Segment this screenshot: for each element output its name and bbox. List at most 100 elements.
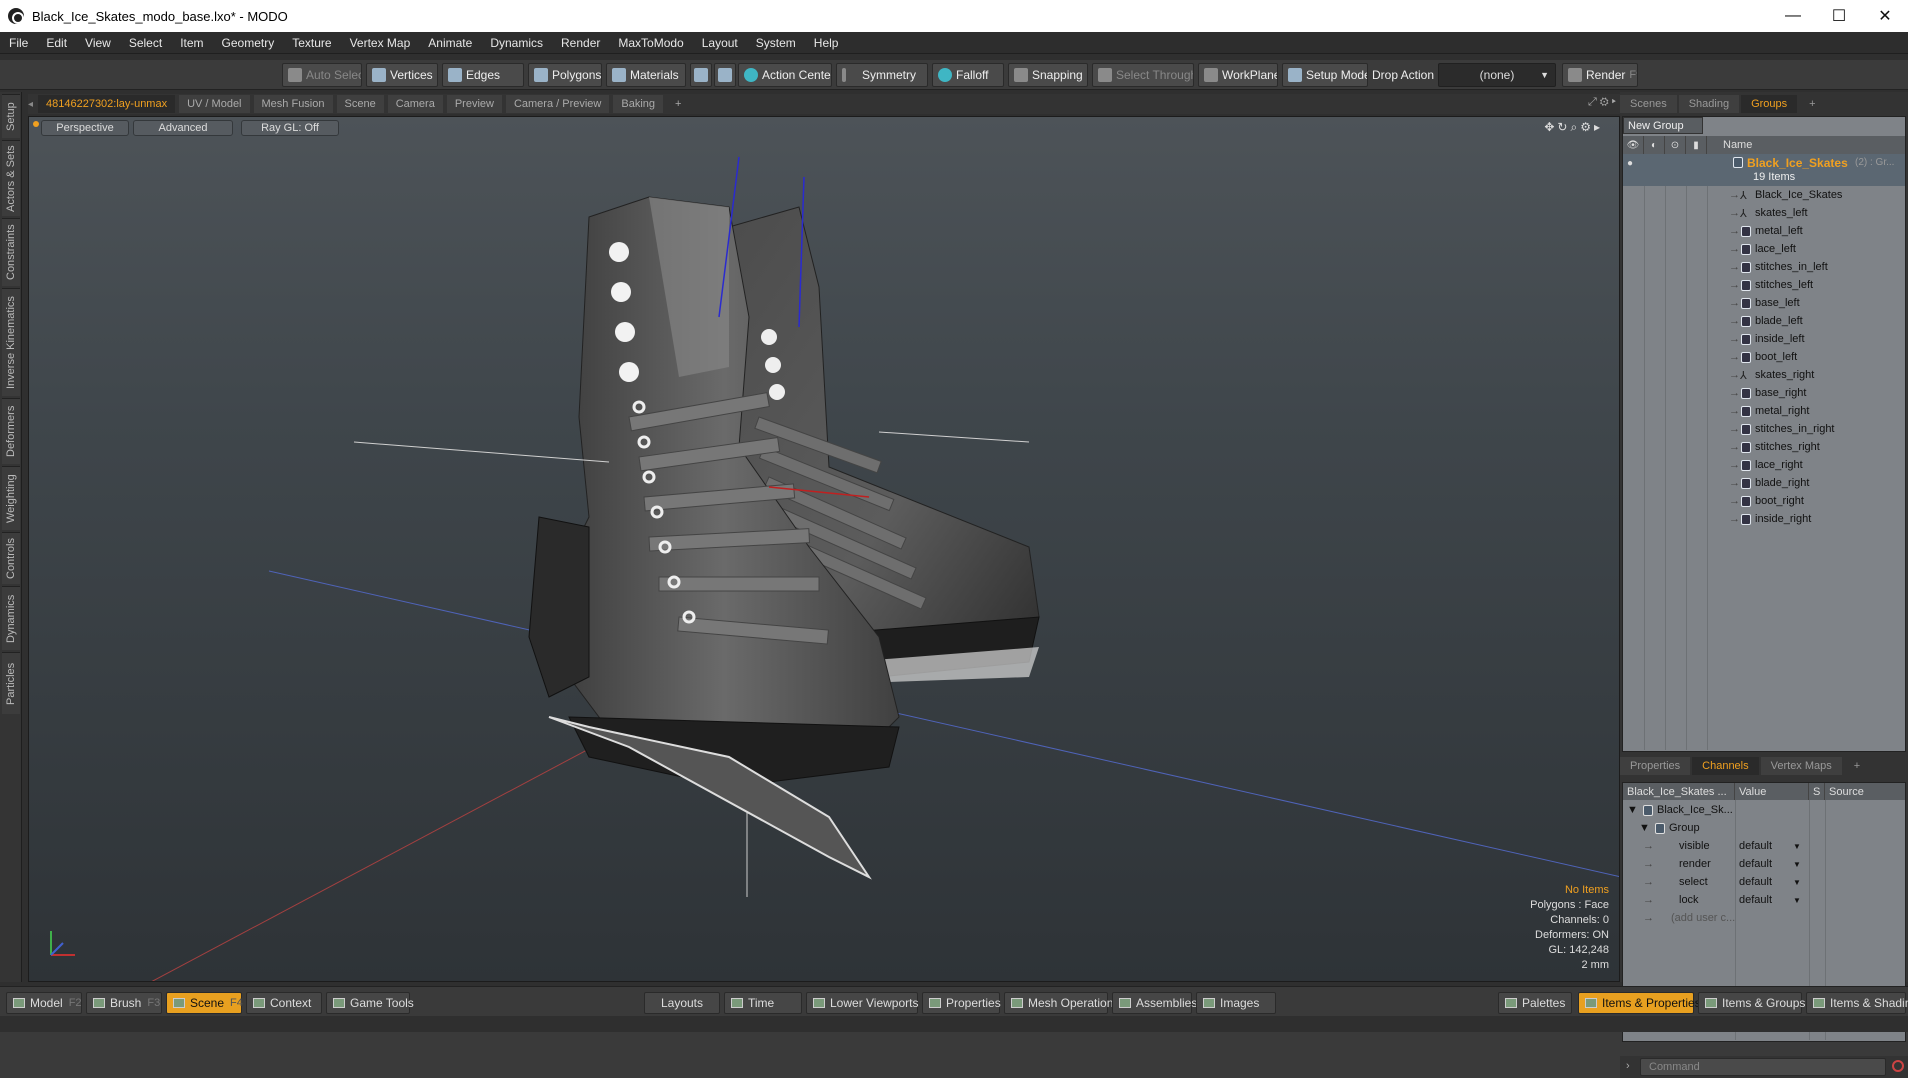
shield-toggle-1[interactable] (690, 63, 712, 87)
tab-layout-unmax[interactable]: 48146227302:lay-unmax (38, 95, 176, 113)
channel-row-visible[interactable]: → visible default ▼ (1623, 837, 1905, 855)
vtab-inverse-kinematics[interactable]: Inverse Kinematics (2, 288, 20, 396)
lock-icon[interactable]: ⊙ (1665, 136, 1686, 154)
vtab-dynamics[interactable]: Dynamics (2, 586, 20, 650)
vtab-setup[interactable]: Setup (2, 94, 20, 138)
mesh-operations-button[interactable]: Mesh Operations (1004, 992, 1119, 1014)
tab-camera[interactable]: Camera (387, 95, 443, 113)
menu-select[interactable]: Select (120, 36, 171, 50)
tab-camera-preview[interactable]: Camera / Preview (505, 95, 610, 113)
tab-baking[interactable]: Baking (613, 95, 664, 113)
maximize-button[interactable]: ☐ (1816, 0, 1862, 32)
group-item-row[interactable]: → metal_left (1623, 222, 1905, 240)
group-item-row[interactable]: → stitches_right (1623, 438, 1905, 456)
group-root-row[interactable]: ● Black_Ice_Skates (2) : Gr... 19 Items (1623, 154, 1905, 186)
menu-system[interactable]: System (747, 36, 805, 50)
layouts-button[interactable]: Layouts (644, 992, 720, 1014)
menu-dynamics[interactable]: Dynamics (481, 36, 552, 50)
group-item-row[interactable]: → stitches_in_left (1623, 258, 1905, 276)
workplane-button[interactable]: WorkPlane (1198, 63, 1278, 87)
images-button[interactable]: Images (1196, 992, 1276, 1014)
drop-action-select[interactable]: (none) ▼ (1438, 63, 1556, 87)
game-tools-layout-button[interactable]: Game Tools (326, 992, 414, 1014)
items-properties-button[interactable]: Items & Properties (1578, 992, 1701, 1014)
chevron-down-icon[interactable]: ▼ (1793, 842, 1801, 851)
symmetry-button[interactable]: Symmetry (836, 63, 928, 87)
menu-vertex-map[interactable]: Vertex Map (341, 36, 420, 50)
group-item-row[interactable]: → boot_left (1623, 348, 1905, 366)
vtab-controls[interactable]: Controls (2, 532, 20, 584)
tab-shading[interactable]: Shading (1678, 95, 1740, 113)
shield-toggle-2[interactable] (714, 63, 736, 87)
minimize-button[interactable]: — (1770, 0, 1816, 32)
time-button[interactable]: Time (724, 992, 802, 1014)
channel-row-lock[interactable]: → lock default ▼ (1623, 891, 1905, 909)
assemblies-button[interactable]: Assemblies (1112, 992, 1197, 1014)
vertices-button[interactable]: Vertices (366, 63, 438, 87)
menu-help[interactable]: Help (805, 36, 848, 50)
context-layout-button[interactable]: Context (246, 992, 322, 1014)
menu-geometry[interactable]: Geometry (213, 36, 284, 50)
group-item-row[interactable]: → boot_right (1623, 492, 1905, 510)
chevron-down-icon[interactable]: ▼ (1793, 860, 1801, 869)
group-item-row[interactable]: → blade_left (1623, 312, 1905, 330)
eye-icon[interactable]: 👁 (1623, 136, 1644, 154)
tab-properties[interactable]: Properties (1620, 757, 1691, 775)
group-item-row[interactable]: → stitches_in_right (1623, 420, 1905, 438)
group-item-row[interactable]: → stitches_left (1623, 276, 1905, 294)
vtab-deformers[interactable]: Deformers (2, 398, 20, 464)
3d-viewport[interactable]: Perspective Advanced Ray GL: Off ✥↻⌕⚙▸ N… (28, 116, 1620, 982)
tab-scene[interactable]: Scene (336, 95, 384, 113)
action-center-button[interactable]: Action Center (738, 63, 832, 87)
record-icon[interactable] (1892, 1060, 1904, 1072)
add-user-channel-row[interactable]: → (add user c... (1623, 909, 1905, 927)
items-groups-button[interactable]: Items & Groups (1698, 992, 1805, 1014)
group-item-row[interactable]: → base_left (1623, 294, 1905, 312)
add-bottom-tab-button[interactable]: + (1844, 757, 1870, 775)
group-item-row[interactable]: → ⅄ Black_Ice_Skates (1623, 186, 1905, 204)
tab-channels[interactable]: Channels (1692, 757, 1759, 775)
group-item-row[interactable]: → inside_left (1623, 330, 1905, 348)
menu-file[interactable]: File (0, 36, 37, 50)
group-item-row[interactable]: → ⅄ skates_right (1623, 366, 1905, 384)
menu-edit[interactable]: Edit (37, 36, 76, 50)
menu-animate[interactable]: Animate (419, 36, 481, 50)
select-through-button[interactable]: Select Through (1092, 63, 1194, 87)
menu-layout[interactable]: Layout (693, 36, 747, 50)
viewport-tab-options-icon[interactable]: ⤢ ⚙ ▸ (1588, 96, 1616, 109)
polygons-button[interactable]: Polygons (528, 63, 602, 87)
items-shading-button[interactable]: Items & Shading (1806, 992, 1908, 1014)
close-button[interactable]: ✕ (1862, 0, 1908, 32)
tab-uv-model[interactable]: UV / Model (179, 95, 250, 113)
render-toggle-icon[interactable]: ◐ (1644, 136, 1665, 154)
new-group-button[interactable]: New Group (1623, 117, 1703, 134)
lower-viewports-button[interactable]: Lower Viewports (806, 992, 919, 1014)
command-input[interactable]: Command (1640, 1058, 1886, 1076)
menu-view[interactable]: View (76, 36, 120, 50)
menu-maxtomodo[interactable]: MaxToModo (609, 36, 692, 50)
tab-mesh-fusion[interactable]: Mesh Fusion (253, 95, 333, 113)
channel-row-render[interactable]: → render default ▼ (1623, 855, 1905, 873)
eye-icon[interactable]: ● (1627, 158, 1633, 169)
expand-arrow-icon[interactable]: ▼ (1627, 804, 1638, 816)
menu-item[interactable]: Item (171, 36, 212, 50)
add-tab-button[interactable]: + (667, 95, 689, 113)
channels-root-row[interactable]: ▼ Black_Ice_Sk... (1623, 801, 1905, 819)
auto-select-button[interactable]: Auto Select (282, 63, 362, 87)
menu-texture[interactable]: Texture (283, 36, 340, 50)
falloff-button[interactable]: Falloff (932, 63, 1004, 87)
group-item-row[interactable]: → base_right (1623, 384, 1905, 402)
group-item-row[interactable]: → lace_right (1623, 456, 1905, 474)
palettes-button[interactable]: Palettes (1498, 992, 1572, 1014)
chevron-down-icon[interactable]: ▼ (1793, 896, 1801, 905)
snapping-button[interactable]: Snapping (1008, 63, 1088, 87)
select-toggle-icon[interactable]: ▮ (1686, 136, 1707, 154)
group-item-row[interactable]: → ⅄ skates_left (1623, 204, 1905, 222)
tab-vertex-maps[interactable]: Vertex Maps (1760, 757, 1842, 775)
tab-scenes[interactable]: Scenes (1620, 95, 1677, 113)
group-item-row[interactable]: → lace_left (1623, 240, 1905, 258)
group-item-row[interactable]: → blade_right (1623, 474, 1905, 492)
channels-group-row[interactable]: ▼ Group (1623, 819, 1905, 837)
tab-groups[interactable]: Groups (1741, 95, 1798, 113)
vtab-weighting[interactable]: Weighting (2, 466, 20, 530)
